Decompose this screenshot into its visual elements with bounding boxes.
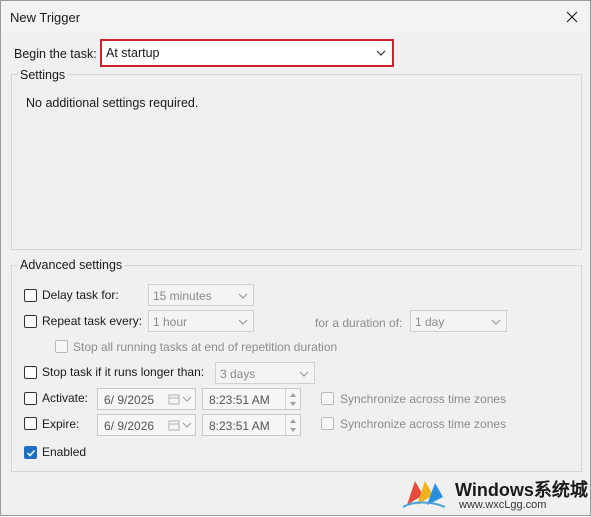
expire-sync-checkbox[interactable]: [321, 417, 334, 430]
enabled-checkbox[interactable]: [24, 446, 37, 459]
repeat-task-value: 1 hour: [153, 315, 188, 329]
activate-time-value: 8:23:51 AM: [209, 393, 270, 407]
time-spinner[interactable]: [285, 389, 300, 409]
chevron-up-icon: [290, 393, 296, 397]
activate-checkbox[interactable]: [24, 392, 37, 405]
chevron-down-icon: [238, 319, 248, 325]
chevron-down-icon: [290, 402, 296, 406]
chevron-down-icon: [238, 293, 248, 299]
chevron-down-icon: [299, 371, 309, 377]
delay-task-dropdown[interactable]: 15 minutes: [148, 284, 254, 306]
delay-task-value: 15 minutes: [153, 289, 212, 303]
stop-task-longer-dropdown[interactable]: 3 days: [215, 362, 315, 384]
activate-label: Activate:: [42, 391, 89, 405]
settings-message: No additional settings required.: [26, 96, 199, 110]
expire-time-picker[interactable]: 8:23:51 AM: [202, 414, 301, 436]
chevron-up-icon: [290, 419, 296, 423]
activate-sync-label: Synchronize across time zones: [340, 392, 507, 406]
activate-date-picker[interactable]: 6/ 9/2025: [97, 388, 196, 410]
expire-checkbox[interactable]: [24, 417, 37, 430]
delay-task-checkbox[interactable]: [24, 289, 37, 302]
close-icon: [566, 11, 578, 23]
chevron-down-icon: [290, 428, 296, 432]
activate-sync-checkbox[interactable]: [321, 392, 334, 405]
windows-logo-icon: [402, 481, 446, 508]
duration-dropdown[interactable]: 1 day: [410, 310, 507, 332]
window-title: New Trigger: [10, 10, 81, 25]
duration-label: for a duration of:: [315, 316, 403, 330]
delay-task-label: Delay task for:: [42, 288, 119, 302]
begin-task-label: Begin the task:: [14, 47, 97, 61]
repeat-task-dropdown[interactable]: 1 hour: [148, 310, 254, 332]
stop-task-longer-label: Stop task if it runs longer than:: [42, 365, 205, 379]
duration-value: 1 day: [415, 315, 445, 329]
close-button[interactable]: [560, 5, 584, 29]
stop-task-longer-value: 3 days: [220, 367, 256, 381]
expire-date-picker[interactable]: 6/ 9/2026: [97, 414, 196, 436]
expire-sync-label: Synchronize across time zones: [340, 417, 507, 431]
enabled-label: Enabled: [42, 445, 87, 459]
expire-time-value: 8:23:51 AM: [209, 419, 270, 433]
watermark-url: www.wxcLgg.com: [459, 499, 547, 511]
stop-running-tasks-label: Stop all running tasks at end of repetit…: [73, 340, 338, 354]
chevron-down-icon: [491, 319, 501, 325]
advanced-settings-title: Advanced settings: [17, 258, 126, 272]
chevron-down-icon: [376, 50, 386, 56]
settings-group-title: Settings: [17, 68, 69, 82]
begin-task-dropdown[interactable]: At startup: [100, 39, 394, 67]
repeat-task-label: Repeat task every:: [42, 314, 143, 328]
stop-running-tasks-checkbox[interactable]: [55, 340, 68, 353]
checkmark-icon: [26, 449, 36, 457]
calendar-icon: [168, 394, 180, 405]
activate-date-value: 6/ 9/2025: [104, 393, 155, 407]
watermark: Windows系统城 www.wxcLgg.com: [399, 467, 591, 517]
activate-time-picker[interactable]: 8:23:51 AM: [202, 388, 301, 410]
stop-task-longer-checkbox[interactable]: [24, 366, 37, 379]
expire-date-value: 6/ 9/2026: [104, 419, 155, 433]
expire-label: Expire:: [42, 417, 80, 431]
time-spinner[interactable]: [285, 415, 300, 435]
calendar-icon: [168, 420, 180, 431]
chevron-down-icon: [182, 422, 192, 428]
begin-task-value: At startup: [106, 46, 160, 60]
title-bar: New Trigger: [1, 1, 590, 33]
repeat-task-checkbox[interactable]: [24, 315, 37, 328]
new-trigger-dialog: New Trigger Begin the task: At startup S…: [0, 0, 591, 516]
chevron-down-icon: [182, 396, 192, 402]
